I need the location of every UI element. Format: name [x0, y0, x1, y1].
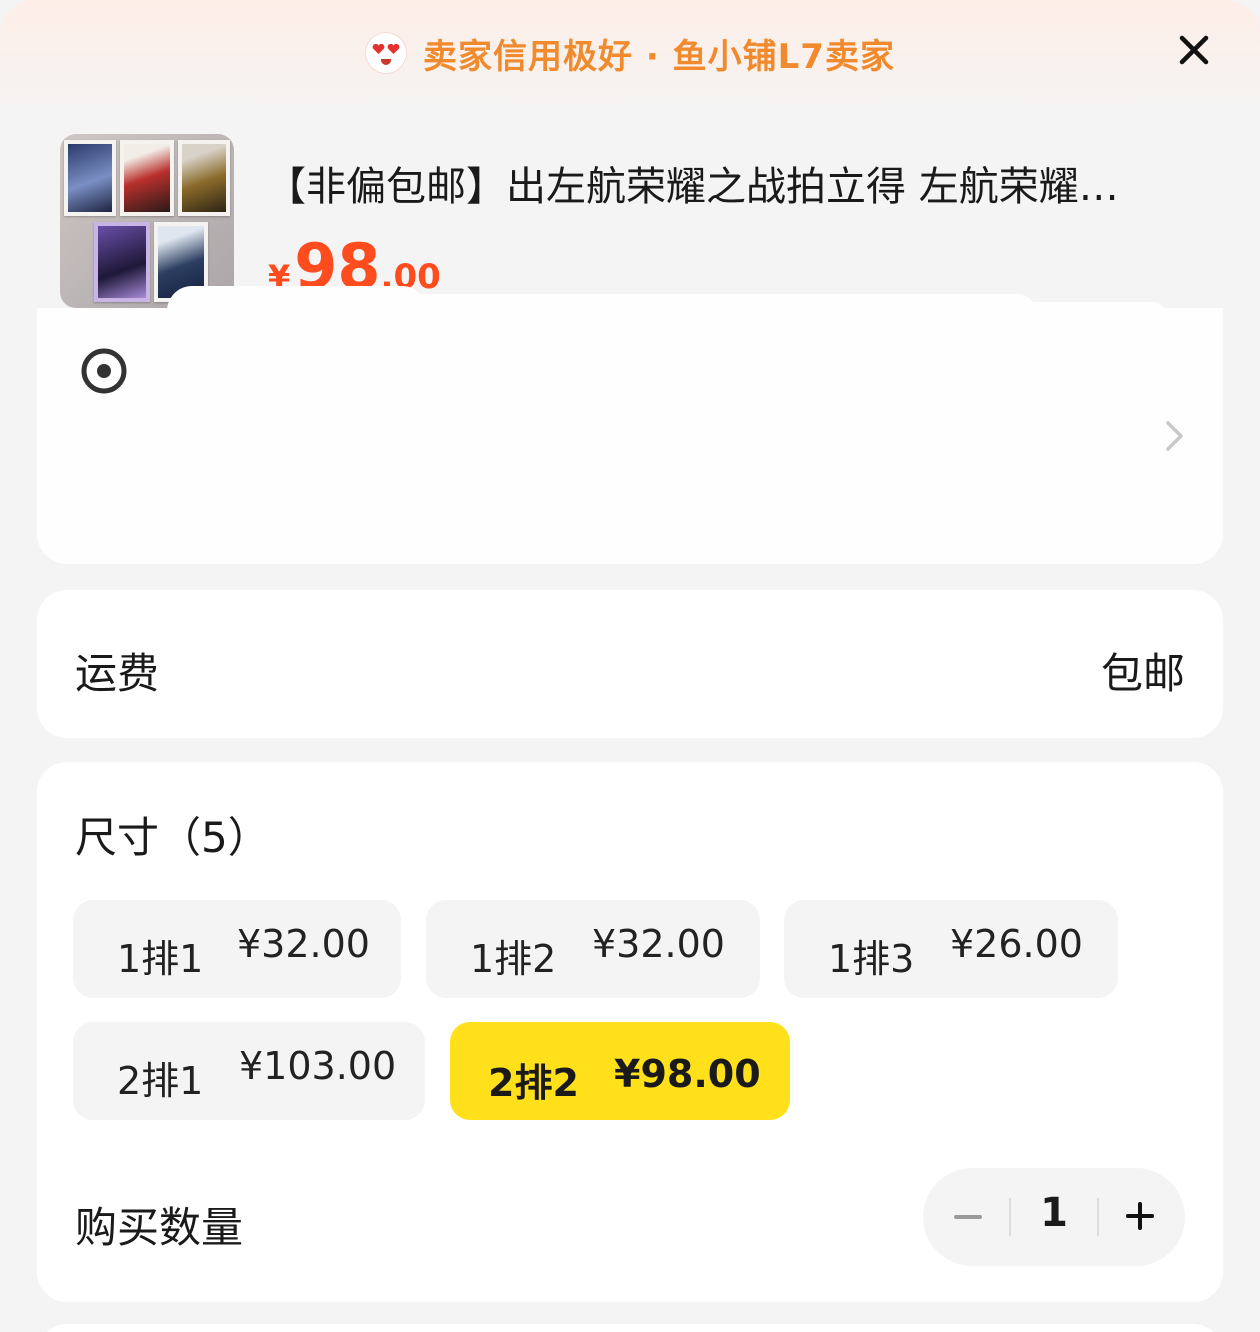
option-chip-1-2[interactable]: 1排2 ¥32.00 [426, 900, 760, 998]
option-chip-2-1[interactable]: 2排1 ¥103.00 [73, 1022, 425, 1120]
quantity-label: 购买数量 [75, 1203, 244, 1252]
quantity-stepper: 1 [923, 1168, 1185, 1266]
seller-credit-text: 卖家信用极好 · 鱼小铺L7卖家 [423, 36, 895, 77]
option-name: 2排1 [117, 1059, 204, 1103]
option-chip-2-2-selected[interactable]: 2排2 ¥98.00 [450, 1022, 790, 1120]
seller-credit-banner: 卖家信用极好 · 鱼小铺L7卖家 [0, 0, 1260, 110]
location-pin-icon [81, 348, 127, 394]
option-name: 2排2 [488, 1061, 579, 1105]
shipping-value: 包邮 [1100, 649, 1185, 698]
close-icon [1179, 35, 1209, 65]
quantity-value[interactable]: 1 [1011, 1190, 1097, 1236]
option-price: ¥32.00 [237, 922, 370, 966]
next-card-edge [37, 1324, 1223, 1332]
address-card[interactable] [37, 286, 1223, 564]
option-price: ¥26.00 [950, 922, 1083, 966]
heart-eyes-emoji-icon [365, 32, 408, 74]
product-thumbnail[interactable] [60, 134, 234, 308]
option-name: 1排3 [828, 937, 915, 981]
chevron-right-icon [1166, 421, 1183, 451]
options-card: 尺寸（5） 1排1 ¥32.00 1排2 ¥32.00 1排3 ¥26.00 2… [37, 762, 1223, 1302]
close-button[interactable] [1174, 30, 1214, 70]
option-name: 1排1 [117, 937, 204, 981]
size-options-title: 尺寸（5） [75, 813, 270, 862]
plus-icon[interactable] [1125, 1201, 1155, 1231]
option-price: ¥98.00 [614, 1052, 761, 1096]
option-chip-1-3[interactable]: 1排3 ¥26.00 [784, 900, 1118, 998]
minus-icon[interactable] [953, 1202, 983, 1232]
product-summary: 【非偏包邮】出左航荣耀之战拍立得 左航荣耀… ¥ 98 .00 [60, 134, 1200, 310]
option-price: ¥103.00 [239, 1044, 397, 1088]
option-chip-1-1[interactable]: 1排1 ¥32.00 [73, 900, 401, 998]
purchase-sheet: 卖家信用极好 · 鱼小铺L7卖家 【非偏包邮】出左航荣耀之战拍立得 左航荣耀… … [0, 0, 1260, 1332]
shipping-card: 运费 包邮 [37, 590, 1223, 738]
option-name: 1排2 [470, 937, 557, 981]
shipping-label: 运费 [75, 649, 160, 698]
option-price: ¥32.00 [592, 922, 725, 966]
product-title: 【非偏包邮】出左航荣耀之战拍立得 左航荣耀… [266, 164, 1119, 210]
